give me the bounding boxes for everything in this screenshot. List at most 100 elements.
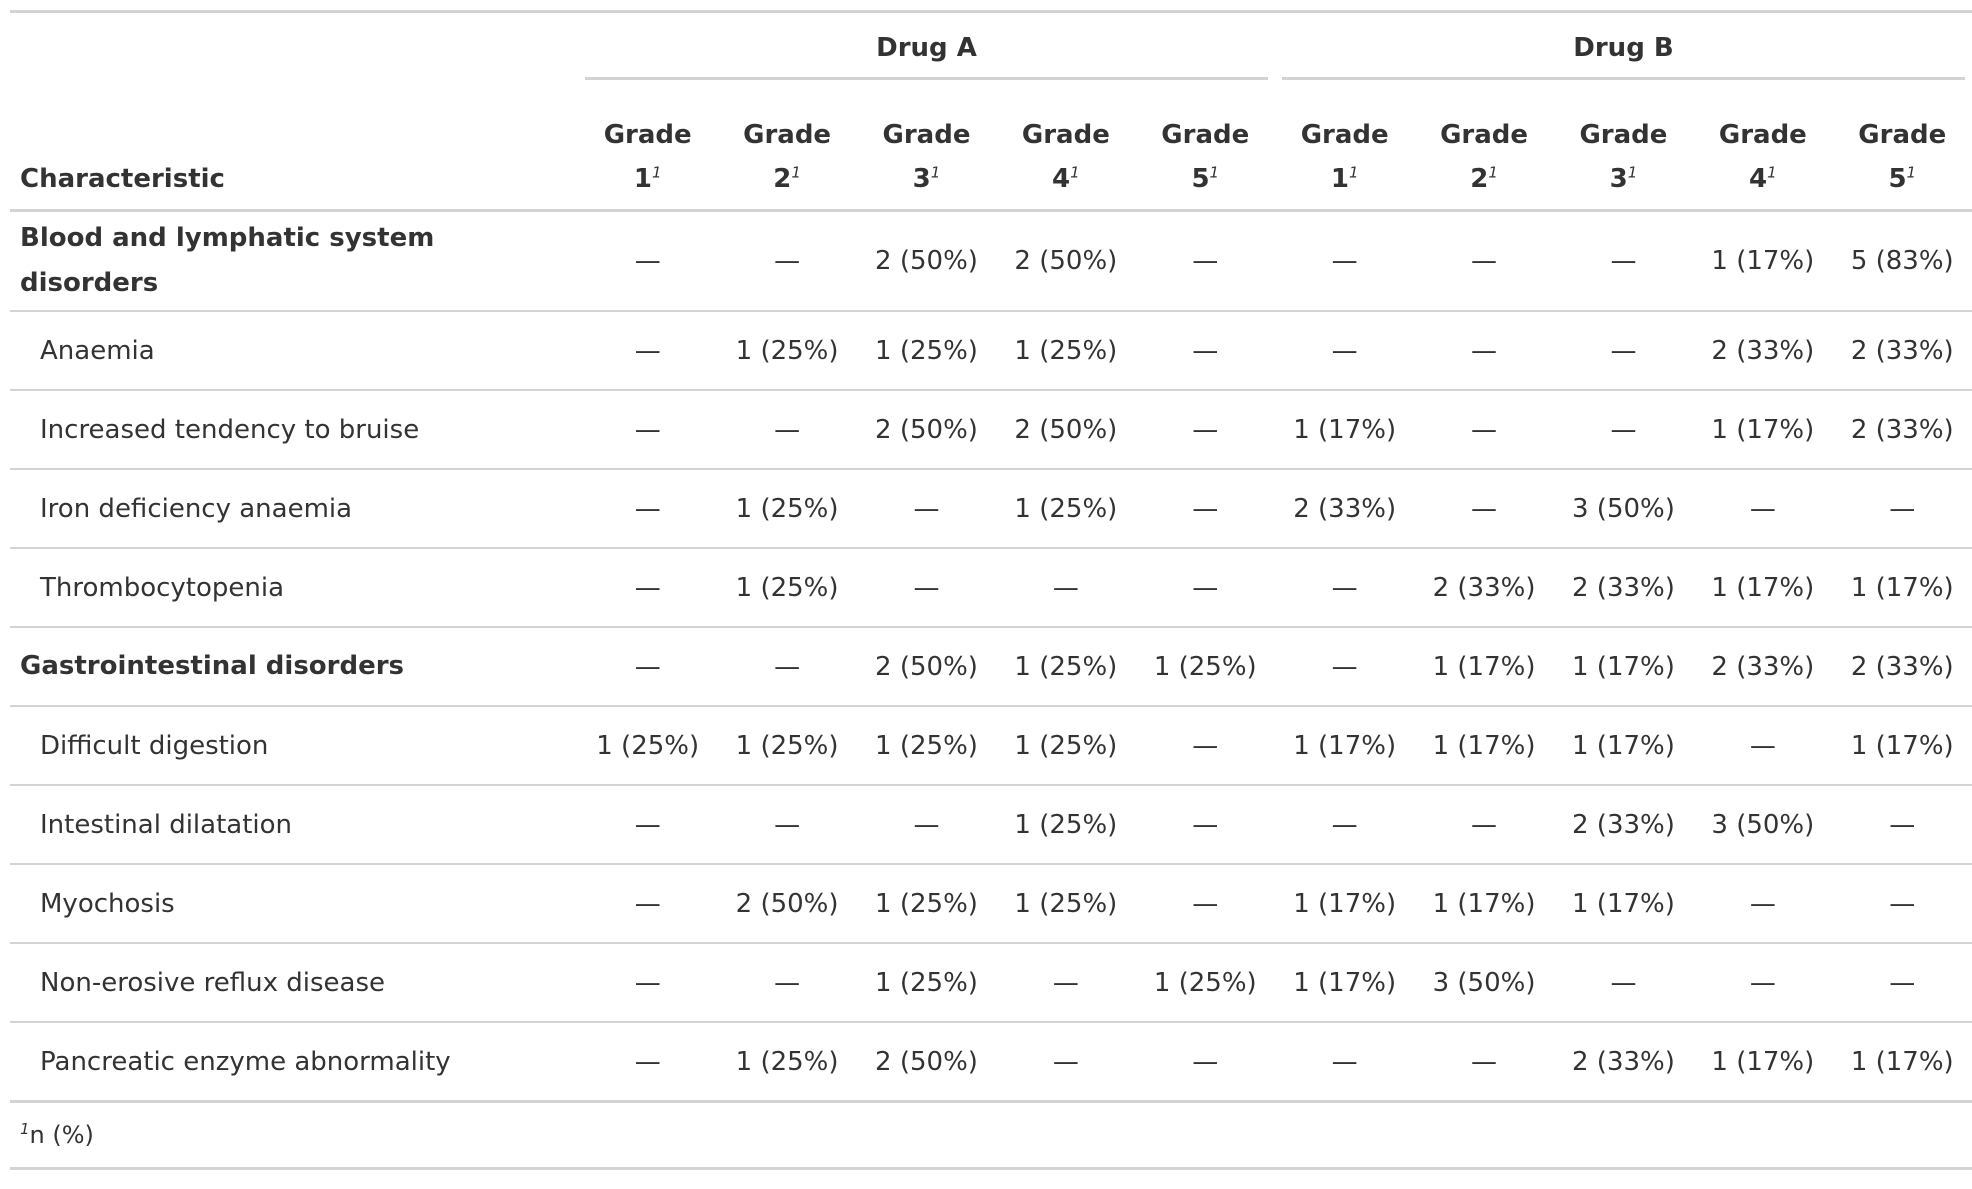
table-row: Pancreatic enzyme abnormality —1 (25%) 2 (… bbox=[10, 1022, 1972, 1103]
table-header: Drug A Drug B Characteristic Grade 11 Grad… bbox=[10, 12, 1972, 212]
table-cell: 1 (17%) bbox=[1693, 1022, 1833, 1103]
table-cell: — bbox=[578, 548, 718, 628]
row-label: Increased tendency to bruise bbox=[10, 390, 578, 470]
table-cell: — bbox=[1832, 864, 1972, 944]
column-header-line1: Grade bbox=[1161, 120, 1250, 150]
table-cell: 2 (50%) bbox=[856, 1022, 997, 1103]
table-cell: 1 (17%) bbox=[1832, 1022, 1972, 1103]
table-cell: 2 (50%) bbox=[717, 864, 857, 944]
table-footer: 1n (%) bbox=[10, 1102, 1972, 1169]
footnote-mark: 1 bbox=[791, 163, 801, 182]
table-cell: — bbox=[578, 390, 718, 470]
table-cell: — bbox=[996, 1022, 1136, 1103]
table-cell: 1 (25%) bbox=[996, 785, 1136, 865]
table-cell: 1 (25%) bbox=[996, 864, 1136, 944]
footnote-mark: 1 bbox=[1906, 163, 1917, 182]
table-cell: — bbox=[1553, 210, 1694, 312]
table-cell: — bbox=[1414, 311, 1554, 391]
footnote-mark: 1 bbox=[651, 163, 662, 182]
table-cell: 1 (17%) bbox=[1832, 548, 1972, 628]
table-cell: 2 (33%) bbox=[1274, 469, 1415, 549]
table-cell: — bbox=[1553, 390, 1694, 470]
footnote: 1n (%) bbox=[10, 1102, 1972, 1169]
table-cell: 3 (50%) bbox=[1414, 943, 1554, 1023]
table-cell: 1 (17%) bbox=[1553, 627, 1694, 707]
table-cell: — bbox=[717, 943, 857, 1023]
column-header-line2: 3 bbox=[912, 164, 931, 194]
table-cell: — bbox=[1693, 864, 1833, 944]
table-cell: 1 (17%) bbox=[1274, 390, 1415, 470]
table-cell: 1 (25%) bbox=[1135, 627, 1275, 707]
spanner-drug-b: Drug B bbox=[1275, 12, 1972, 90]
column-header-line1: Grade bbox=[882, 120, 971, 150]
table-cell: — bbox=[578, 943, 718, 1023]
column-header-drug-b-grade-2: Grade 21 bbox=[1414, 89, 1554, 212]
column-header-line2: 2 bbox=[773, 164, 792, 194]
table-cell: 1 (17%) bbox=[1693, 210, 1833, 312]
table-cell: 1 (25%) bbox=[717, 706, 857, 786]
table-cell: — bbox=[1135, 864, 1275, 944]
column-header-drug-a-grade-2: Grade 21 bbox=[717, 89, 857, 212]
table-cell: 3 (50%) bbox=[1553, 469, 1694, 549]
table-cell: 2 (33%) bbox=[1693, 311, 1833, 391]
table-cell: — bbox=[1693, 943, 1833, 1023]
table-cell: 1 (25%) bbox=[717, 469, 857, 549]
table-cell: — bbox=[717, 627, 857, 707]
table-cell: 1 (17%) bbox=[1414, 864, 1554, 944]
table-row: Non-erosive reflux disease — —1 (25%) —1 (2… bbox=[10, 943, 1972, 1023]
column-header-line1: Grade bbox=[1579, 120, 1668, 150]
spanner-drug-a: Drug A bbox=[578, 12, 1275, 90]
table-cell: 1 (25%) bbox=[996, 627, 1136, 707]
column-header-line2: 3 bbox=[1609, 164, 1628, 194]
spanner-label-drug-b: Drug B bbox=[1281, 27, 1965, 80]
table-cell: — bbox=[578, 311, 718, 391]
table-body: Blood and lymphatic system disorders — —2 … bbox=[10, 210, 1972, 1103]
table-row: Increased tendency to bruise — —2 (50%) 2 (… bbox=[10, 390, 1972, 470]
table-group-row: Gastrointestinal disorders — —2 (50%) 1 (25… bbox=[10, 627, 1972, 707]
table-cell: — bbox=[578, 210, 718, 312]
table-cell: — bbox=[1832, 943, 1972, 1023]
column-header-line1: Grade bbox=[1021, 120, 1110, 150]
table-cell: 1 (25%) bbox=[717, 1022, 857, 1103]
column-header-line2: 4 bbox=[1749, 164, 1768, 194]
table-cell: — bbox=[856, 469, 997, 549]
table-cell: — bbox=[856, 548, 997, 628]
table-cell: — bbox=[1414, 1022, 1554, 1103]
table-cell: — bbox=[717, 390, 857, 470]
footnote-mark: 1 bbox=[1070, 163, 1080, 182]
spanner-label-drug-a: Drug A bbox=[585, 27, 1268, 80]
footnote-mark: 1 bbox=[930, 163, 941, 182]
table-cell: 1 (25%) bbox=[856, 311, 997, 391]
table-cell: — bbox=[1274, 785, 1415, 865]
table-cell: 1 (17%) bbox=[1553, 706, 1694, 786]
table-cell: 2 (33%) bbox=[1832, 390, 1972, 470]
column-header-drug-b-grade-5: Grade 51 bbox=[1832, 89, 1972, 212]
table-cell: — bbox=[578, 627, 718, 707]
footnote-mark: 1 bbox=[1348, 163, 1359, 182]
column-header-line2: 5 bbox=[1888, 164, 1907, 194]
table-cell: 1 (25%) bbox=[856, 943, 997, 1023]
row-label: Intestinal dilatation bbox=[10, 785, 578, 865]
column-header-line2: 2 bbox=[1470, 164, 1489, 194]
table-cell: 2 (50%) bbox=[856, 390, 997, 470]
table-cell: — bbox=[578, 469, 718, 549]
table-cell: 1 (17%) bbox=[1414, 627, 1554, 707]
table-row: Myochosis —2 (50%) 1 (25%) 1 (25%) —1 (17%) 1… bbox=[10, 864, 1972, 944]
table-cell: — bbox=[1832, 785, 1972, 865]
table-cell: — bbox=[996, 548, 1136, 628]
column-header-line1: Grade bbox=[1300, 120, 1389, 150]
table-cell: — bbox=[1274, 627, 1415, 707]
column-header-line1: Grade bbox=[1440, 120, 1529, 150]
table-cell: — bbox=[1274, 548, 1415, 628]
table-cell: 2 (33%) bbox=[1693, 627, 1833, 707]
footnote-mark: 1 bbox=[20, 1120, 30, 1138]
table-group-row: Blood and lymphatic system disorders — —2 … bbox=[10, 210, 1972, 312]
table-cell: — bbox=[578, 864, 718, 944]
column-header-drug-a-grade-3: Grade 31 bbox=[856, 89, 997, 212]
table-cell: 2 (33%) bbox=[1553, 785, 1694, 865]
table-cell: 2 (50%) bbox=[996, 210, 1136, 312]
table-cell: — bbox=[1135, 548, 1275, 628]
column-header-line1: Grade bbox=[1858, 120, 1947, 150]
column-header-drug-b-grade-3: Grade 31 bbox=[1553, 89, 1694, 212]
table-cell: 1 (25%) bbox=[996, 706, 1136, 786]
